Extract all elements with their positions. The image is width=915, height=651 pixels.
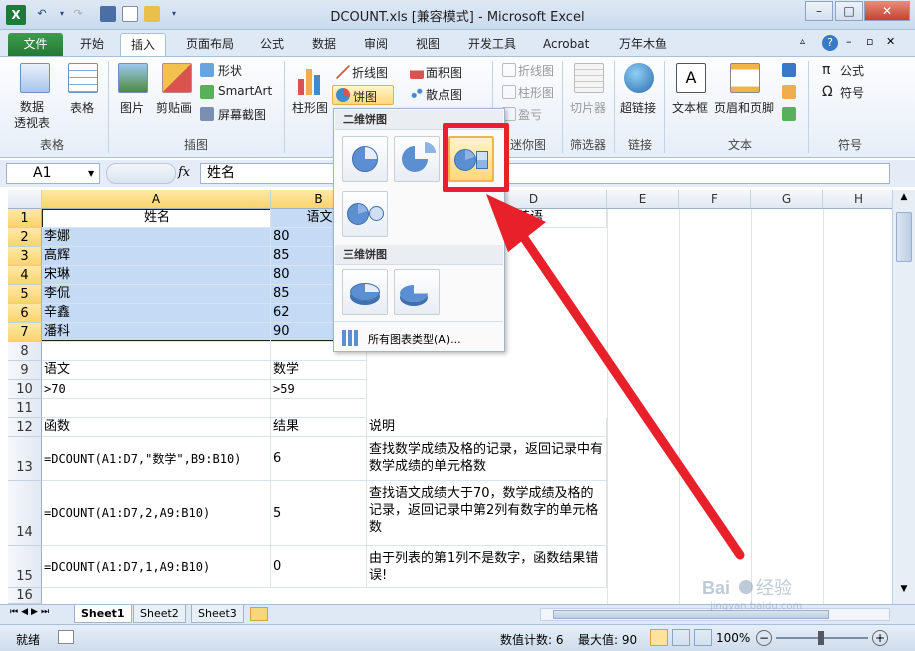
baidu-jingyan-watermark: Bai 经验 jingyan.baidu.com [700,572,840,612]
svg-text:jingyan.baidu.com: jingyan.baidu.com [709,601,802,612]
svg-text:经验: 经验 [756,578,792,599]
svg-text:Bai: Bai [702,578,730,598]
annotation-arrow [486,194,745,560]
